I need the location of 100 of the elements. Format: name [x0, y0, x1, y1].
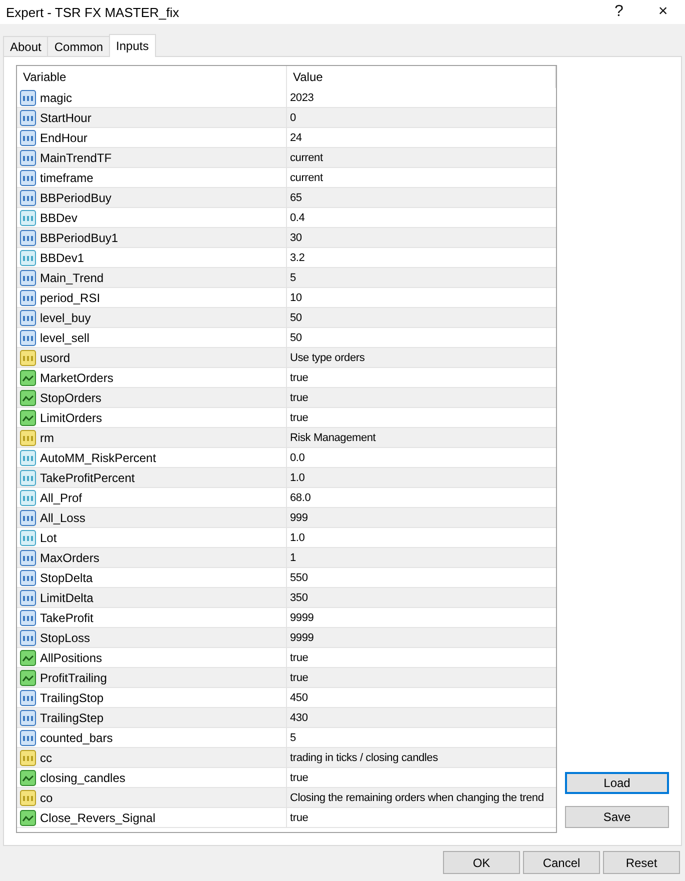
value-cell[interactable]: 430 — [287, 708, 556, 727]
value-cell[interactable]: 350 — [287, 588, 556, 607]
value-cell[interactable]: 0 — [287, 108, 556, 127]
value-cell[interactable]: true — [287, 768, 556, 787]
value-cell[interactable]: true — [287, 808, 556, 827]
table-row[interactable]: StartHour 0 — [17, 108, 556, 128]
table-row[interactable]: LimitDelta 350 — [17, 588, 556, 608]
table-row[interactable]: All_Prof 68.0 — [17, 488, 556, 508]
table-row[interactable]: TrailingStop 450 — [17, 688, 556, 708]
table-row[interactable]: AutoMM_RiskPercent 0.0 — [17, 448, 556, 468]
value-cell[interactable]: 2023 — [287, 88, 556, 107]
table-row[interactable]: MaxOrders 1 — [17, 548, 556, 568]
variable-name: co — [40, 790, 53, 804]
table-row[interactable]: MainTrendTF current — [17, 148, 556, 168]
window-title: Expert - TSR FX MASTER_fix — [6, 4, 180, 20]
variable-name: AllPositions — [40, 650, 102, 664]
table-row[interactable]: EndHour 24 — [17, 128, 556, 148]
variable-name: AutoMM_RiskPercent — [40, 450, 156, 464]
table-row[interactable]: magic 2023 — [17, 88, 556, 108]
table-row[interactable]: usord Use type orders — [17, 348, 556, 368]
save-button[interactable]: Save — [565, 806, 669, 828]
variable-name: magic — [40, 90, 72, 104]
tab[interactable]: Inputs — [109, 34, 156, 57]
table-row[interactable]: TakeProfit 9999 — [17, 608, 556, 628]
value-cell[interactable]: 68.0 — [287, 488, 556, 507]
value-cell[interactable]: 24 — [287, 128, 556, 147]
variable-name: All_Prof — [40, 490, 82, 504]
table-row[interactable]: counted_bars 5 — [17, 728, 556, 748]
value-cell[interactable]: 3.2 — [287, 248, 556, 267]
dialog-button[interactable]: Cancel — [523, 851, 600, 874]
value-cell[interactable]: 50 — [287, 308, 556, 327]
variable-name: ProfitTrailing — [40, 670, 107, 684]
value-cell[interactable]: 10 — [287, 288, 556, 307]
table-row[interactable]: TakeProfitPercent 1.0 — [17, 468, 556, 488]
table-row[interactable]: level_sell 50 — [17, 328, 556, 348]
table-row[interactable]: closing_candles true — [17, 768, 556, 788]
value-cell[interactable]: true — [287, 388, 556, 407]
value-cell[interactable]: 5 — [287, 268, 556, 287]
table-row[interactable]: Lot 1.0 — [17, 528, 556, 548]
variable-name: usord — [40, 350, 70, 364]
value-cell[interactable]: 5 — [287, 728, 556, 747]
table-row[interactable]: rm Risk Management — [17, 428, 556, 448]
table-row[interactable]: StopOrders true — [17, 388, 556, 408]
value-cell[interactable]: 450 — [287, 688, 556, 707]
table-row[interactable]: All_Loss 999 — [17, 508, 556, 528]
table-row[interactable]: BBDev 0.4 — [17, 208, 556, 228]
dialog-button[interactable]: Reset — [603, 851, 680, 874]
variable-name: rm — [40, 430, 54, 444]
variable-name: TrailingStep — [40, 710, 104, 724]
tab[interactable]: About — [3, 36, 48, 56]
variable-name: Close_Revers_Signal — [40, 810, 156, 824]
table-row[interactable]: ProfitTrailing true — [17, 668, 556, 688]
table-row[interactable]: Close_Revers_Signal true — [17, 808, 556, 828]
table-row[interactable]: BBPeriodBuy1 30 — [17, 228, 556, 248]
table-row[interactable]: MarketOrders true — [17, 368, 556, 388]
table-row[interactable]: cc trading in ticks / closing candles — [17, 748, 556, 768]
value-cell[interactable]: 999 — [287, 508, 556, 527]
table-row[interactable]: period_RSI 10 — [17, 288, 556, 308]
value-cell[interactable]: 0.0 — [287, 448, 556, 467]
value-cell[interactable]: current — [287, 148, 556, 167]
load-button[interactable]: Load — [565, 772, 669, 794]
value-cell[interactable]: 1.0 — [287, 528, 556, 547]
value-cell[interactable]: 1 — [287, 548, 556, 567]
variable-name: BBDev1 — [40, 250, 84, 264]
value-cell[interactable]: Use type orders — [287, 348, 556, 367]
variable-name: MainTrendTF — [40, 150, 112, 164]
value-cell[interactable]: true — [287, 668, 556, 687]
value-cell[interactable]: current — [287, 168, 556, 187]
variable-name: StopLoss — [40, 630, 90, 644]
chart-icon — [20, 650, 36, 666]
close-button[interactable]: × — [641, 0, 685, 24]
value-cell[interactable]: true — [287, 408, 556, 427]
value-cell[interactable]: trading in ticks / closing candles — [287, 748, 556, 767]
table-row[interactable]: timeframe current — [17, 168, 556, 188]
value-cell[interactable]: true — [287, 368, 556, 387]
dialog-button[interactable]: OK — [443, 851, 520, 874]
table-row[interactable]: level_buy 50 — [17, 308, 556, 328]
table-row[interactable]: Main_Trend 5 — [17, 268, 556, 288]
table-row[interactable]: BBDev1 3.2 — [17, 248, 556, 268]
value-cell[interactable]: true — [287, 648, 556, 667]
value-cell[interactable]: 550 — [287, 568, 556, 587]
table-row[interactable]: TrailingStep 430 — [17, 708, 556, 728]
table-row[interactable]: StopLoss 9999 — [17, 628, 556, 648]
value-cell[interactable]: 30 — [287, 228, 556, 247]
variable-name: period_RSI — [40, 290, 100, 304]
table-row[interactable]: co Closing the remaining orders when changing the trend — [17, 788, 556, 808]
table-row[interactable]: LimitOrders true — [17, 408, 556, 428]
value-cell[interactable]: Risk Management — [287, 428, 556, 447]
table-row[interactable]: AllPositions true — [17, 648, 556, 668]
value-cell[interactable]: 0.4 — [287, 208, 556, 227]
chart-icon — [20, 390, 36, 406]
value-cell[interactable]: 9999 — [287, 608, 556, 627]
value-cell[interactable]: 9999 — [287, 628, 556, 647]
value-cell[interactable]: 50 — [287, 328, 556, 347]
value-cell[interactable]: 65 — [287, 188, 556, 207]
help-button[interactable]: ? — [597, 0, 641, 24]
value-cell[interactable]: Closing the remaining orders when changing the trend — [287, 788, 556, 807]
table-row[interactable]: StopDelta 550 — [17, 568, 556, 588]
table-row[interactable]: BBPeriodBuy 65 — [17, 188, 556, 208]
value-cell[interactable]: 1.0 — [287, 468, 556, 487]
